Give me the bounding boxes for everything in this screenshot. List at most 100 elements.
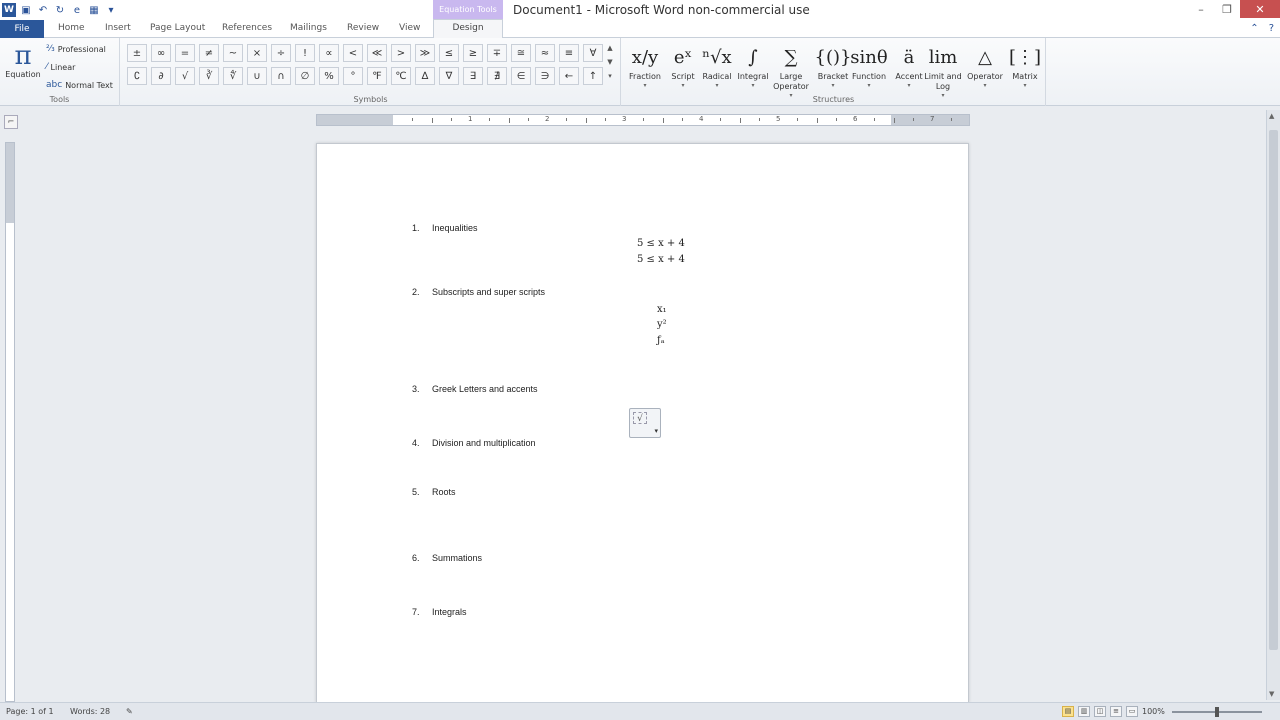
symbol-button[interactable]: ∄ [487,67,507,85]
symbol-button[interactable]: ≡ [559,44,579,62]
structure-large-operator-button[interactable]: ∑ Large Operator ▾ [772,42,810,100]
symbol-button[interactable]: ∝ [319,44,339,62]
equation-superscript[interactable]: y² [657,319,667,330]
word-count[interactable]: Words: 28 [70,707,110,716]
symbol-button[interactable]: ÷ [271,44,291,62]
zoom-level[interactable]: 100% [1142,707,1165,716]
symbol-button[interactable]: ∁ [127,67,147,85]
list-item[interactable]: 7. Integrals [412,607,467,617]
scrollbar-thumb[interactable] [1269,130,1278,650]
equation-options-dropdown-icon[interactable]: ▾ [654,427,658,435]
structure-fraction-button[interactable]: x/y Fraction ▾ [626,42,664,90]
scroll-up-arrow-icon[interactable]: ▲ [1269,112,1274,120]
equation-button[interactable]: π Equation [3,42,43,79]
tab-page-layout[interactable]: Page Layout [150,23,205,33]
structure-radical-button[interactable]: ⁿ√x Radical ▾ [698,42,736,90]
outline-icon[interactable]: ≡ [1110,706,1122,717]
zoom-slider[interactable] [1172,707,1262,717]
help-icon[interactable]: ? [1269,23,1274,34]
scroll-up-icon[interactable]: ▲ [604,44,616,52]
symbol-button[interactable]: ∪ [247,67,267,85]
minimize-ribbon-icon[interactable]: ⌃ [1250,23,1258,34]
minimize-icon[interactable]: – [1188,0,1214,18]
structure-matrix-button[interactable]: [⋮] Matrix ▾ [1006,42,1044,90]
normal-text-button[interactable]: abc Normal Text [46,80,113,90]
zoom-slider-knob[interactable] [1215,707,1219,717]
document-page[interactable]: 1. Inequalities 5 ≤ x + 4 5 ≤ x + 4 2. Sub… [316,143,969,703]
symbol-button[interactable]: ! [295,44,315,62]
symbol-button[interactable]: ∋ [535,67,555,85]
proofing-icon[interactable]: ✎ [126,707,133,716]
vertical-ruler[interactable] [5,142,15,702]
linear-button[interactable]: ⁄ Linear [46,62,75,72]
list-item[interactable]: 5. Roots [412,487,456,497]
equation-inequality-1[interactable]: 5 ≤ x + 4 [637,238,685,249]
symbol-button[interactable]: ∀ [583,44,603,62]
symbol-button[interactable]: ± [127,44,147,62]
redo-icon[interactable]: ↻ [53,3,67,17]
symbol-button[interactable]: ≠ [199,44,219,62]
symbol-button[interactable]: ≅ [511,44,531,62]
symbol-button[interactable]: √ [175,67,195,85]
structure-limit-and-log-button[interactable]: lim Limit and Log ▾ [924,42,962,100]
symbol-button[interactable]: ℉ [367,67,387,85]
more-icon[interactable]: ▾ [604,72,616,80]
equation-inequality-2[interactable]: 5 ≤ x + 4 [637,254,685,265]
symbol-button[interactable]: ~ [223,44,243,62]
symbol-button[interactable]: ∓ [487,44,507,62]
symbol-button[interactable]: = [175,44,195,62]
scroll-down-arrow-icon[interactable]: ▼ [1269,690,1274,698]
symbol-button[interactable]: ∜ [223,67,243,85]
equation-icon[interactable]: e [70,3,84,17]
symbol-button[interactable]: ∂ [151,67,171,85]
tab-view[interactable]: View [399,23,420,33]
symbol-button[interactable]: ∇ [439,67,459,85]
symbol-button[interactable]: ≫ [415,44,435,62]
symbol-button[interactable]: ∃ [463,67,483,85]
tab-design[interactable]: Design [433,19,503,38]
list-item[interactable]: 4. Division and multiplication [412,438,536,448]
structure-bracket-button[interactable]: {()} Bracket ▾ [814,42,852,90]
symbol-button[interactable]: × [247,44,267,62]
structure-operator-button[interactable]: △ Operator ▾ [966,42,1004,90]
structure-accent-button[interactable]: ä Accent ▾ [890,42,928,90]
word-logo-icon[interactable]: W [2,3,16,17]
equation-subscript-2[interactable]: ƒₐ [657,335,665,346]
tab-file[interactable]: File [0,20,44,38]
scroll-down-icon[interactable]: ▼ [604,58,616,66]
structure-function-button[interactable]: sinθ Function ▾ [850,42,888,90]
professional-button[interactable]: ⅔ Professional [46,44,106,54]
list-item[interactable]: 3. Greek Letters and accents [412,384,538,394]
symbol-button[interactable]: ∞ [151,44,171,62]
customize-icon[interactable]: ▾ [104,3,118,17]
symbol-button[interactable]: ← [559,67,579,85]
symbol-button[interactable]: ≈ [535,44,555,62]
undo-icon[interactable]: ↶ [36,3,50,17]
symbol-button[interactable]: ≪ [367,44,387,62]
symbol-button[interactable]: ∈ [511,67,531,85]
symbol-button[interactable]: ∛ [199,67,219,85]
symbol-button[interactable]: ° [343,67,363,85]
tab-review[interactable]: Review [347,23,379,33]
vertical-scrollbar[interactable]: ▲ ▼ [1266,110,1280,700]
equation-input-box[interactable]: √ [633,412,647,424]
table-icon[interactable]: ▦ [87,3,101,17]
equation-subscript-1[interactable]: x₁ [657,304,667,315]
close-icon[interactable]: ✕ [1240,0,1280,18]
symbol-button[interactable]: ∅ [295,67,315,85]
list-item[interactable]: 1. Inequalities [412,223,478,233]
draft-icon[interactable]: ▭ [1126,706,1138,717]
symbol-button[interactable]: ∆ [415,67,435,85]
symbol-button[interactable]: ℃ [391,67,411,85]
equation-placeholder[interactable]: √ ▾ [629,408,661,438]
symbol-button[interactable]: < [343,44,363,62]
tab-references[interactable]: References [222,23,272,33]
symbol-button[interactable]: % [319,67,339,85]
print-layout-icon[interactable]: ▤ [1062,706,1074,717]
full-screen-reading-icon[interactable]: ▥ [1078,706,1090,717]
symbol-button[interactable]: > [391,44,411,62]
tab-selector-icon[interactable]: ⌐ [4,115,18,129]
web-layout-icon[interactable]: ◫ [1094,706,1106,717]
restore-icon[interactable]: ❐ [1214,0,1240,18]
structure-script-button[interactable]: eˣ Script ▾ [664,42,702,90]
